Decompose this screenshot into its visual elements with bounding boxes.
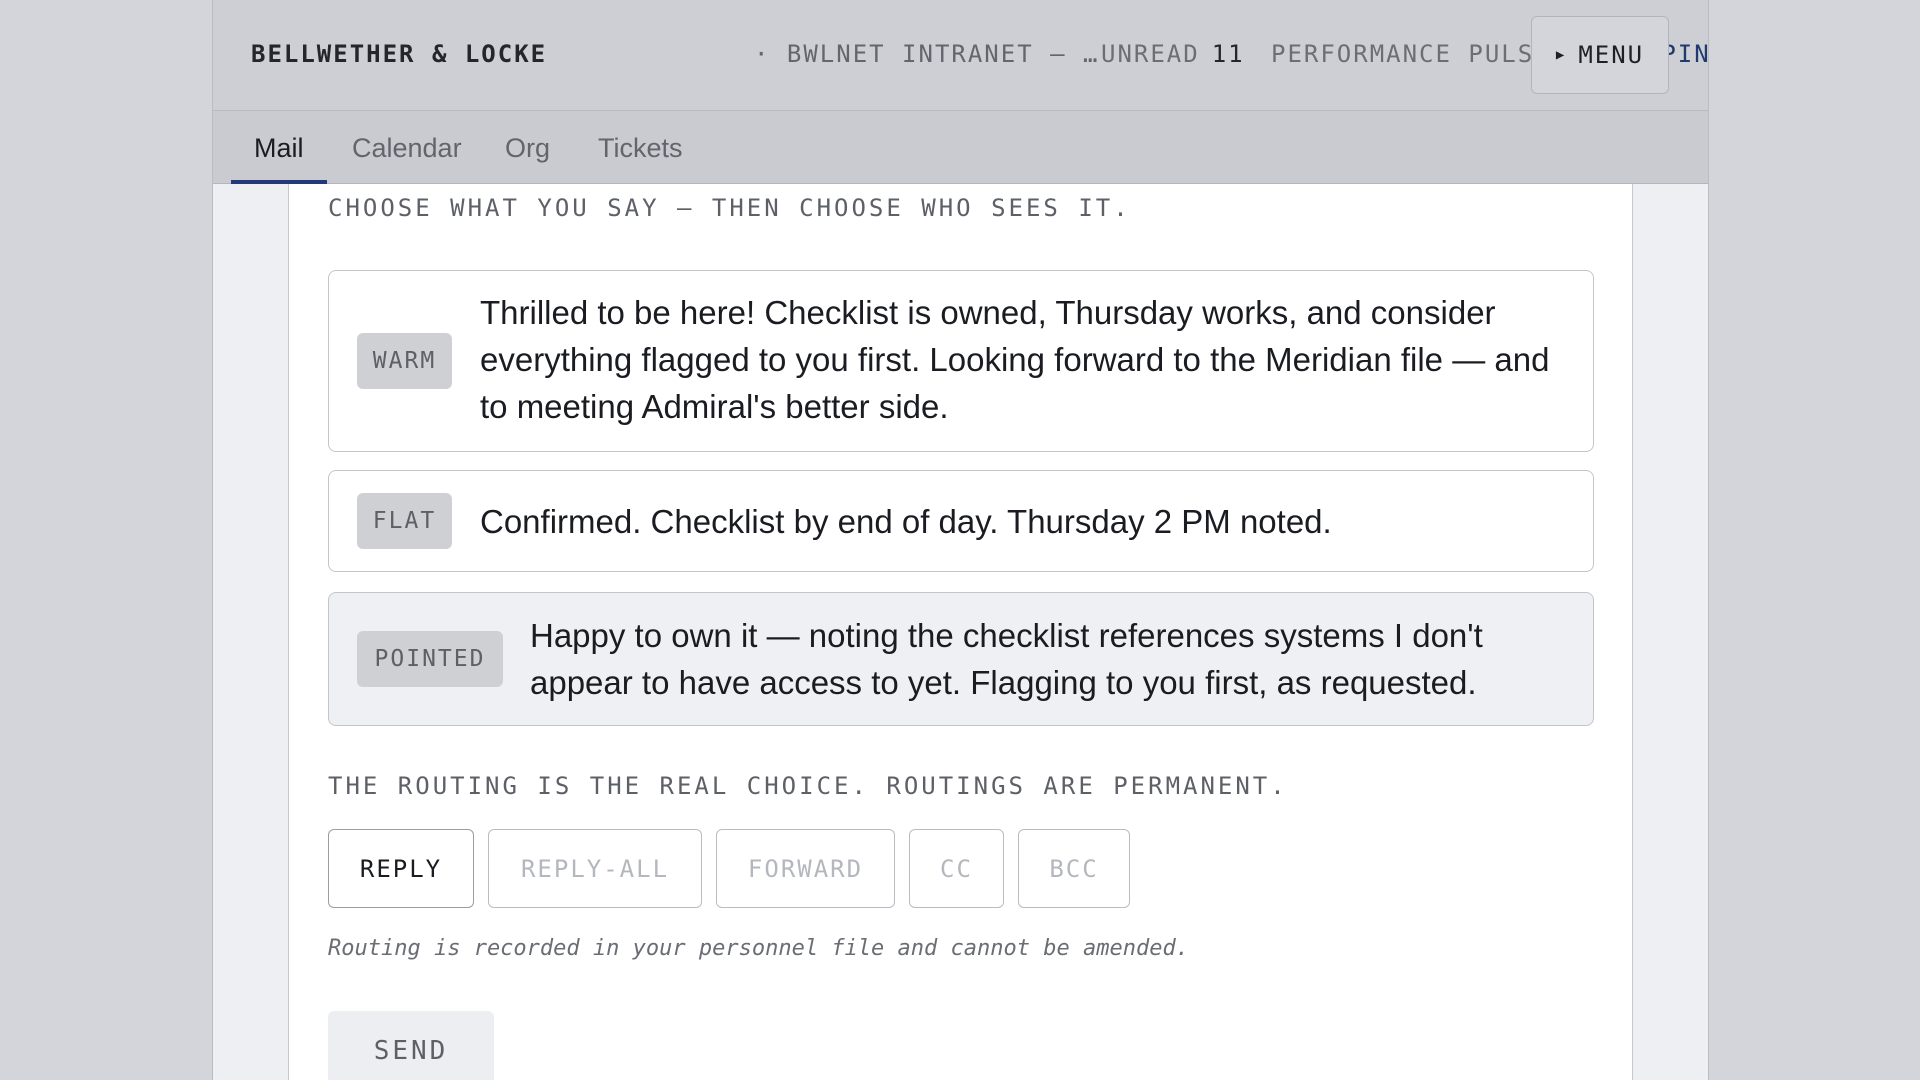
pulse-label: PERFORMANCE PULSE bbox=[1271, 40, 1551, 68]
triangle-right-icon: ▶ bbox=[1555, 47, 1567, 63]
reply-all-button[interactable]: REPLY-ALL bbox=[488, 829, 702, 908]
routing-note: Routing is recorded in your personnel fi… bbox=[328, 936, 1189, 961]
option-text: Thrilled to be here! Checklist is owned,… bbox=[480, 289, 1549, 430]
unread-count: 11 bbox=[1211, 40, 1245, 68]
bcc-button[interactable]: BCC bbox=[1018, 829, 1130, 908]
tab-tickets[interactable]: Tickets bbox=[598, 133, 683, 184]
tab-calendar[interactable]: Calendar bbox=[352, 133, 462, 184]
menu-button[interactable]: ▶ MENU bbox=[1531, 16, 1669, 94]
cc-button[interactable]: CC bbox=[909, 829, 1004, 908]
brand-name: BELLWETHER & LOCKE bbox=[251, 40, 548, 68]
reply-option-warm[interactable]: WARM Thrilled to be here! Checklist is o… bbox=[328, 270, 1594, 452]
tab-org[interactable]: Org bbox=[505, 133, 550, 184]
option-text: Confirmed. Checklist by end of day. Thur… bbox=[480, 498, 1332, 545]
intranet-window: BELLWETHER & LOCKE · BWLNET INTRANET — …… bbox=[212, 0, 1709, 1080]
compose-panel: CHOOSE WHAT YOU SAY — THEN CHOOSE WHO SE… bbox=[288, 184, 1633, 1080]
compose-instruction: CHOOSE WHAT YOU SAY — THEN CHOOSE WHO SE… bbox=[328, 194, 1131, 222]
option-line: everything flagged to you first. Looking… bbox=[480, 341, 1550, 378]
tone-badge: WARM bbox=[357, 333, 452, 389]
tone-badge: POINTED bbox=[357, 631, 503, 687]
reply-option-pointed[interactable]: POINTED Happy to own it — noting the che… bbox=[328, 592, 1594, 726]
tab-mail[interactable]: Mail bbox=[231, 133, 326, 184]
unread-label: UNREAD bbox=[1101, 40, 1200, 68]
routing-heading: THE ROUTING IS THE REAL CHOICE. ROUTINGS… bbox=[328, 772, 1288, 800]
send-button[interactable]: SEND bbox=[328, 1011, 494, 1080]
menu-label: MENU bbox=[1578, 41, 1645, 69]
tone-badge: FLAT bbox=[357, 493, 452, 549]
reply-button[interactable]: REPLY bbox=[328, 829, 474, 908]
option-line: appear to have access to yet. Flagging t… bbox=[530, 664, 1477, 701]
forward-button[interactable]: FORWARD bbox=[716, 829, 895, 908]
app-tabs: Mail Calendar Org Tickets bbox=[213, 111, 1708, 184]
option-line: Confirmed. Checklist by end of day. Thur… bbox=[480, 503, 1332, 540]
intranet-subtitle: · BWLNET INTRANET — … bbox=[754, 40, 1100, 68]
top-bar: BELLWETHER & LOCKE · BWLNET INTRANET — …… bbox=[213, 0, 1708, 111]
reply-option-flat[interactable]: FLAT Confirmed. Checklist by end of day.… bbox=[328, 470, 1594, 572]
option-line: to meeting Admiral's better side. bbox=[480, 388, 949, 425]
option-line: Thrilled to be here! Checklist is owned,… bbox=[480, 294, 1496, 331]
option-line: Happy to own it — noting the checklist r… bbox=[530, 617, 1483, 654]
unread-counter[interactable]: UNREAD 11 bbox=[1101, 40, 1245, 68]
option-text: Happy to own it — noting the checklist r… bbox=[530, 612, 1483, 706]
